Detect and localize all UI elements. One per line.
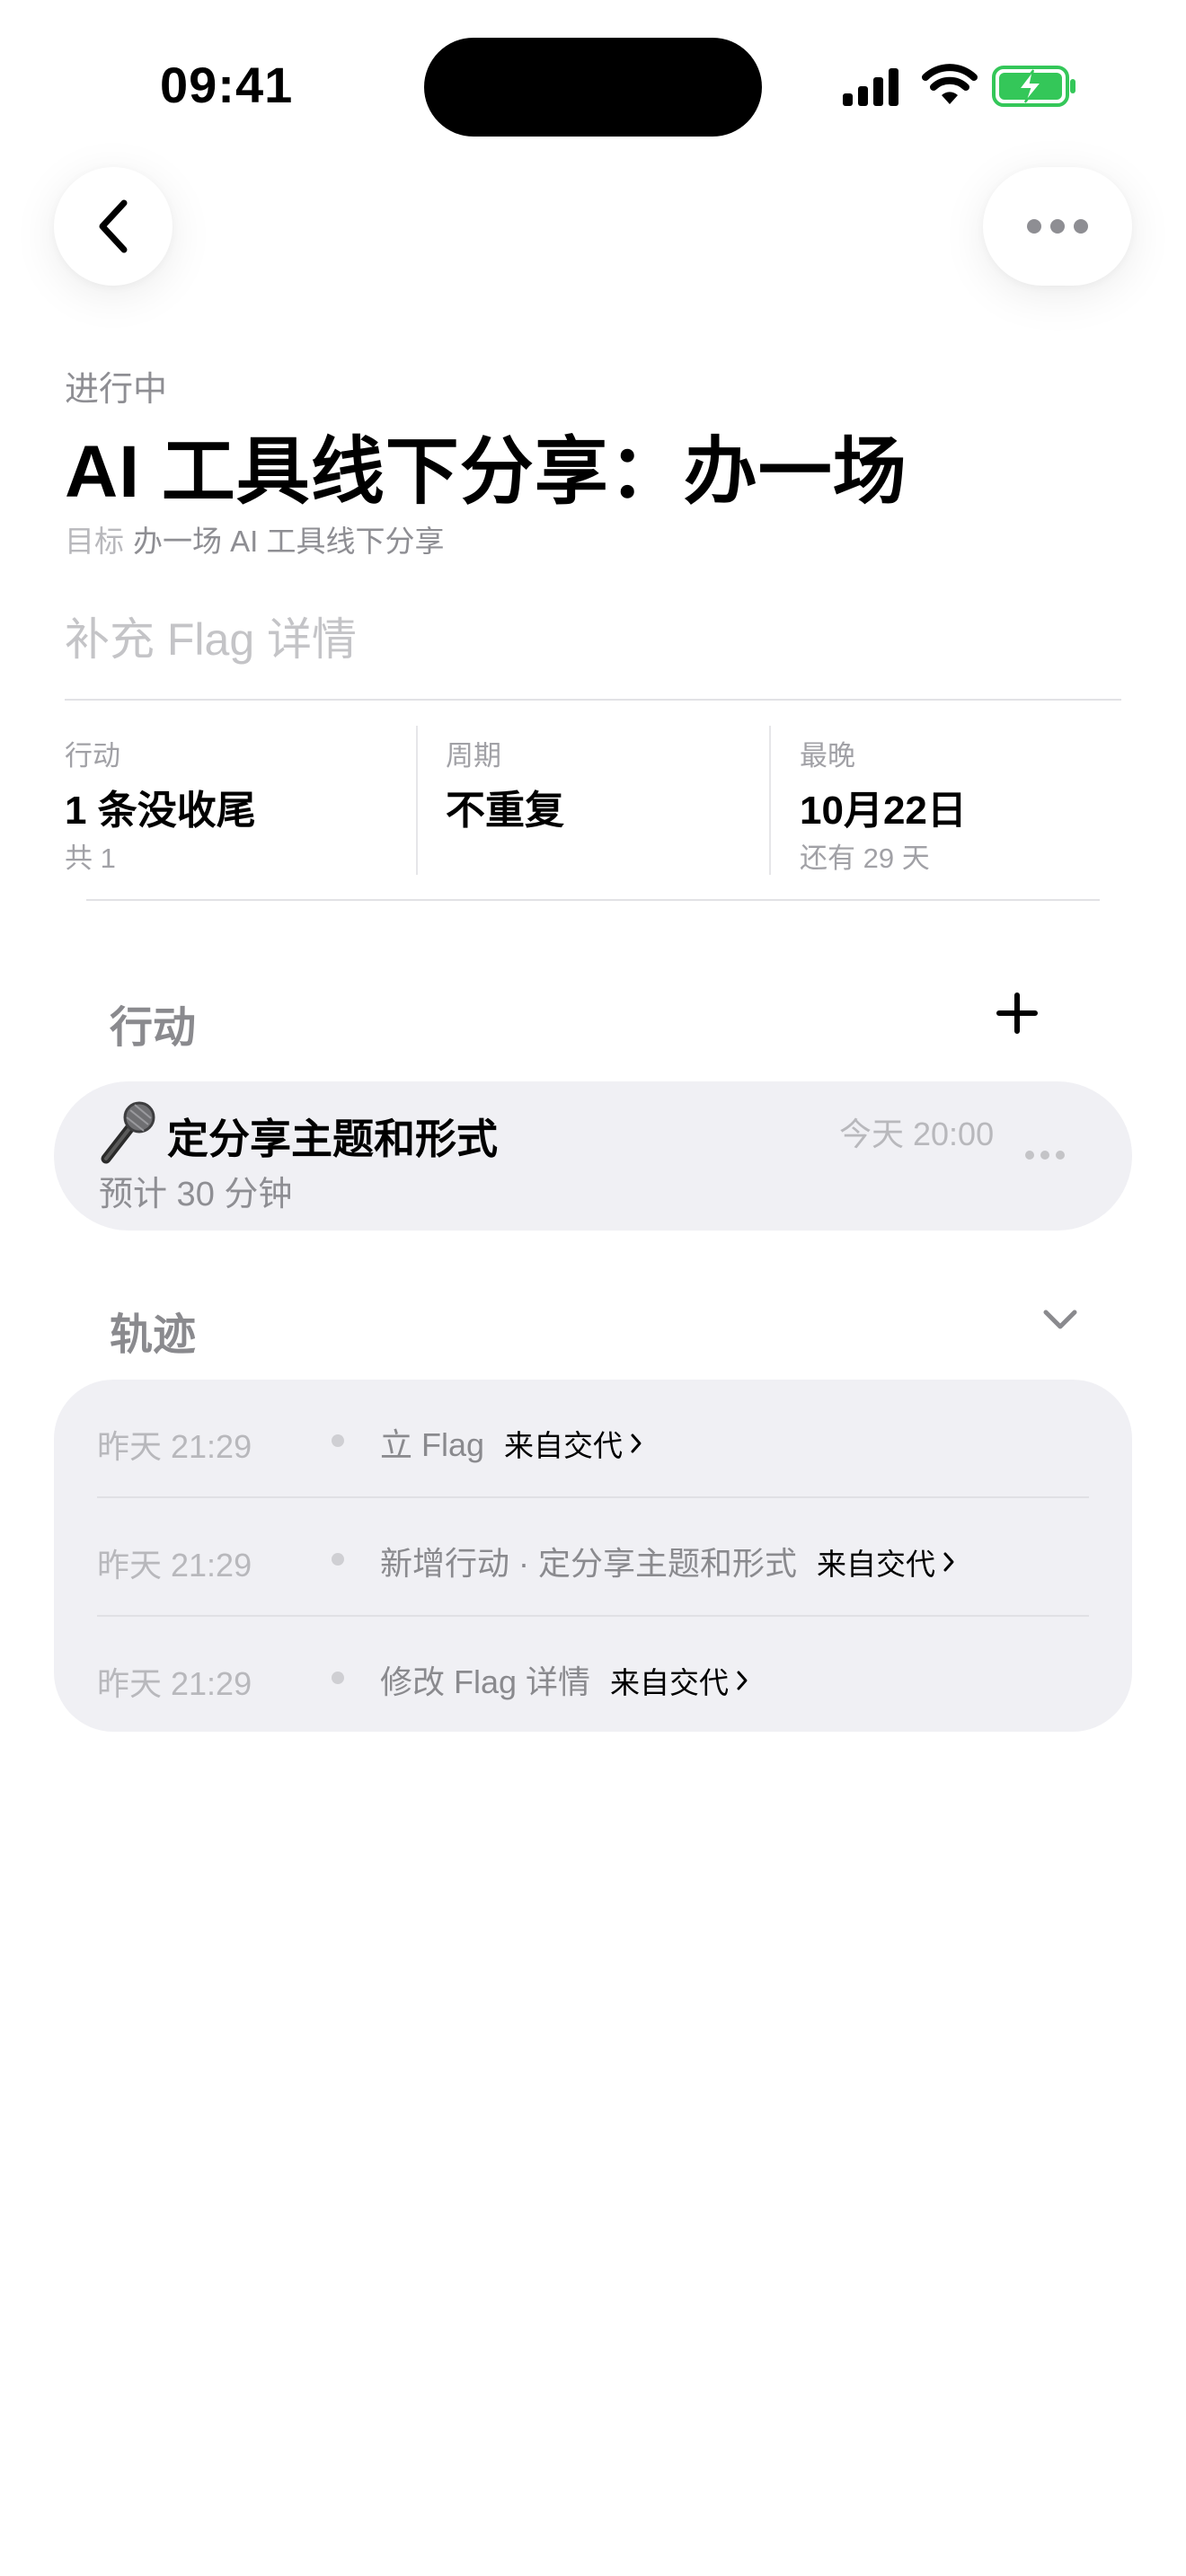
stat-deadline-label: 最晚 — [800, 740, 855, 772]
timeline-source-link[interactable]: 来自交代 — [610, 1659, 748, 1702]
more-options-button[interactable] — [983, 167, 1132, 286]
action-title: 定分享主题和形式 — [167, 1116, 498, 1162]
timeline-source-label: 来自交代 — [817, 1548, 935, 1581]
timeline-time: 昨天 21:29 — [97, 1665, 252, 1702]
goal-text: 办一场 AI 工具线下分享 — [133, 525, 445, 558]
divider — [86, 899, 1100, 901]
chevron-left-icon — [99, 199, 128, 253]
battery-charging-icon — [992, 66, 1075, 107]
stat-actions-label: 行动 — [65, 740, 120, 772]
timeline-event: 修改 Flag 详情 — [380, 1663, 591, 1700]
action-estimate: 预计 30 分钟 — [99, 1176, 293, 1213]
microphone-icon — [101, 1101, 155, 1164]
flag-status-label: 进行中 — [65, 371, 168, 409]
stat-divider — [416, 726, 418, 875]
add-action-button[interactable] — [996, 992, 1039, 1035]
flag-detail-input[interactable]: 补充 Flag 详情 — [65, 604, 357, 668]
timeline-source-label: 来自交代 — [610, 1666, 730, 1699]
dynamic-island — [424, 38, 762, 137]
action-more-icon[interactable] — [1024, 1150, 1066, 1160]
timeline-row: 昨天 21:29 修改 Flag 详情 来自交代 — [54, 1617, 1132, 1735]
timeline-text: 立 Flag 来自交代 — [380, 1419, 642, 1466]
back-button[interactable] — [54, 167, 173, 286]
timeline-event: 立 Flag — [380, 1426, 485, 1463]
chevron-right-icon — [943, 1552, 954, 1572]
timeline-card: 昨天 21:29 立 Flag 来自交代 昨天 21:29 新增行动 · 定分享… — [54, 1380, 1132, 1732]
timeline-source-link[interactable]: 来自交代 — [817, 1540, 955, 1584]
timeline-row: 昨天 21:29 新增行动 · 定分享主题和形式 来自交代 — [54, 1498, 1132, 1617]
timeline-dot — [332, 1553, 344, 1566]
chevron-right-icon — [631, 1434, 642, 1453]
timeline-text: 新增行动 · 定分享主题和形式 来自交代 — [380, 1538, 955, 1584]
stat-cycle-value[interactable]: 不重复 — [446, 778, 564, 835]
goal-line: 目标 办一场 AI 工具线下分享 — [65, 517, 445, 560]
status-time: 09:41 — [160, 57, 294, 113]
page-title: AI 工具线下分享：办一场 — [65, 431, 907, 513]
stat-deadline-value[interactable]: 10月22日 — [800, 778, 967, 835]
stat-actions-sub: 共 1 — [65, 842, 116, 874]
timeline-row: 昨天 21:29 立 Flag 来自交代 — [54, 1380, 1132, 1498]
stat-deadline-sub: 还有 29 天 — [800, 842, 930, 874]
ellipsis-icon — [1027, 219, 1088, 234]
wifi-icon — [922, 64, 978, 104]
timeline-section-title: 轨迹 — [110, 1311, 197, 1359]
action-due-time: 今天 20:00 — [839, 1116, 995, 1152]
timeline-source-label: 来自交代 — [504, 1429, 624, 1462]
cellular-signal-icon — [843, 68, 898, 106]
stat-actions-value: 1 条没收尾 — [65, 789, 256, 833]
goal-prefix: 目标 — [65, 525, 124, 558]
timeline-time: 昨天 21:29 — [97, 1547, 252, 1584]
chevron-down-icon[interactable] — [1042, 1308, 1078, 1331]
timeline-event: 新增行动 · 定分享主题和形式 — [380, 1545, 797, 1582]
actions-section-title: 行动 — [110, 1004, 197, 1052]
chevron-right-icon — [737, 1671, 748, 1690]
timeline-time: 昨天 21:29 — [97, 1428, 252, 1465]
stat-divider — [769, 726, 771, 875]
divider — [65, 699, 1121, 701]
timeline-dot — [332, 1434, 344, 1447]
stat-cycle-label: 周期 — [446, 740, 501, 772]
timeline-text: 修改 Flag 详情 来自交代 — [380, 1656, 748, 1703]
timeline-dot — [332, 1672, 344, 1684]
timeline-source-link[interactable]: 来自交代 — [504, 1422, 642, 1465]
